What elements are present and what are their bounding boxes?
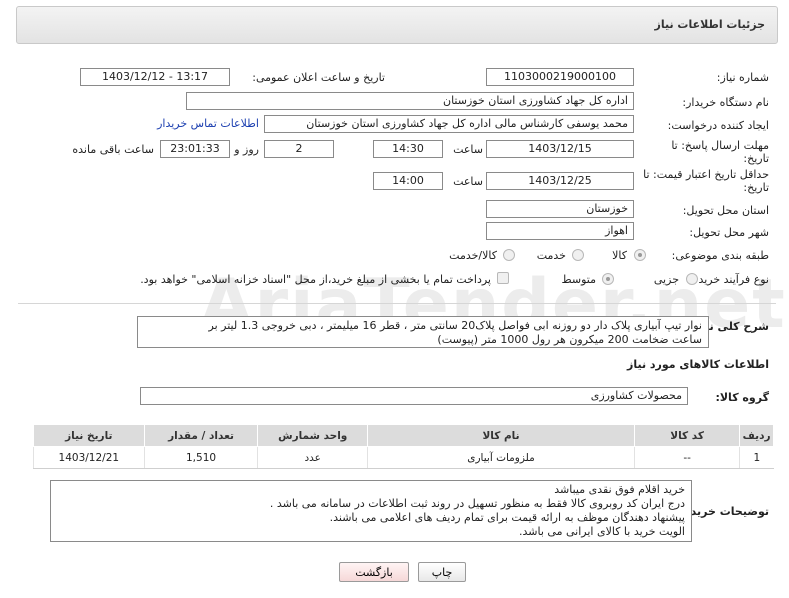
treasury-payment-note: پرداخت تمام یا بخشی از مبلغ خرید،از محل … [140, 273, 491, 286]
reply-deadline-label: مهلت ارسال پاسخ: تا [671, 139, 769, 152]
summary-line-2: ساعت ضخامت 200 میکرون هر رول 1000 متر (پ… [437, 333, 702, 346]
goods-table-header: ردیف کد کالا نام کالا واحد شمارش تعداد /… [33, 424, 774, 447]
province-field: خوزستان [486, 200, 634, 218]
col-index: ردیف [739, 424, 774, 447]
reply-deadline-label-date: تاریخ: [743, 152, 769, 165]
creator-field: محمد یوسفی کارشناس مالی اداره کل جهاد کش… [264, 115, 634, 133]
remaining-time-field: 23:01:33 [160, 140, 230, 158]
category-goods-service-label: کالا/خدمت [449, 249, 497, 262]
col-code: کد کالا [634, 424, 741, 447]
city-field: اهواز [486, 222, 634, 240]
price-time-field: 14:00 [373, 172, 443, 190]
process-minor-label: جزیی [653, 273, 679, 286]
remaining-days-field: 2 [264, 140, 334, 158]
process-minor-radio[interactable] [686, 273, 698, 285]
section-divider [18, 303, 776, 304]
category-label: طبقه بندی موضوعی: [671, 249, 769, 262]
buyer-org-field: اداره کل جهاد کشاورزی استان خوزستان [186, 92, 634, 110]
table-row: 1 -- ملزومات آبیاری عدد 1,510 1403/12/21 [33, 446, 774, 469]
price-time-label: ساعت [453, 175, 483, 188]
buyer-note-line: درج ایران کد روبروی کالا فقط به منظور تس… [269, 497, 685, 510]
row-name: ملزومات آبیاری [366, 446, 635, 469]
category-goods-label: کالا [612, 249, 627, 262]
row-unit: عدد [257, 446, 368, 469]
col-qty: تعداد / مقدار [143, 424, 259, 447]
announce-label: تاریخ و ساعت اعلان عمومی: [252, 71, 385, 84]
row-need-date: 1403/12/21 [33, 446, 145, 469]
need-number-label: شماره نیاز: [716, 71, 769, 84]
buyer-org-label: نام دستگاه خریدار: [682, 96, 769, 109]
reply-time-label: ساعت [453, 143, 483, 156]
buyer-notes-box: خرید اقلام فوق نقدی میباشد درج ایران کد … [50, 480, 692, 542]
treasury-payment-checkbox[interactable] [497, 272, 509, 284]
buyer-note-line: الویت خرید با کالای ایرانی می باشد. [519, 525, 685, 538]
buyer-note-line: پیشنهاد دهندگان موظف به ارائه قیمت برای … [329, 511, 685, 524]
col-unit: واحد شمارش [257, 424, 368, 447]
reply-date-field: 1403/12/15 [486, 140, 634, 158]
price-validity-label: حداقل تاریخ اعتبار قیمت: تا [643, 168, 769, 181]
goods-group-label: گروه کالا: [715, 391, 769, 404]
row-index: 1 [739, 446, 774, 469]
buyer-contact-link[interactable]: اطلاعات تماس خریدار [157, 117, 259, 130]
page-title: جزئیات اطلاعات نیاز [654, 18, 766, 31]
price-date-field: 1403/12/25 [486, 172, 634, 190]
creator-label: ایجاد کننده درخواست: [667, 119, 769, 132]
category-service-label: خدمت [536, 249, 566, 262]
back-button[interactable]: بازگشت [339, 562, 409, 582]
summary-text-box: نوار تیپ آبیاری پلاک دار دو روزنه ابی فو… [137, 316, 709, 348]
days-label: روز و [234, 143, 259, 156]
col-name: نام کالا [366, 424, 636, 447]
announce-datetime-field: 1403/12/12 - 13:17 [80, 68, 230, 86]
col-need-date: تاریخ نیاز [33, 424, 145, 447]
goods-group-field: محصولات کشاورزی [140, 387, 688, 405]
price-validity-label-date: تاریخ: [743, 181, 769, 194]
city-label: شهر محل تحویل: [689, 226, 769, 239]
goods-table: ردیف کد کالا نام کالا واحد شمارش تعداد /… [33, 424, 774, 469]
need-number-field: 1103000219000100 [486, 68, 634, 86]
province-label: استان محل تحویل: [682, 204, 769, 217]
process-medium-radio[interactable] [602, 273, 614, 285]
category-service-radio[interactable] [572, 249, 584, 261]
buyer-note-line: خرید اقلام فوق نقدی میباشد [554, 483, 685, 496]
category-goods-service-radio[interactable] [503, 249, 515, 261]
summary-line-1: نوار تیپ آبیاری پلاک دار دو روزنه ابی فو… [208, 319, 702, 332]
process-medium-label: متوسط [561, 273, 596, 286]
process-type-label: نوع فرآیند خرید : [691, 273, 769, 286]
remaining-label: ساعت باقی مانده [72, 143, 154, 156]
print-button[interactable]: چاپ [418, 562, 466, 582]
goods-section-heading: اطلاعات کالاهای مورد نیاز [627, 358, 769, 371]
row-qty: 1,510 [143, 446, 258, 469]
row-code: -- [634, 446, 740, 469]
page-header-panel: جزئیات اطلاعات نیاز [16, 6, 778, 44]
category-goods-radio[interactable] [634, 249, 646, 261]
reply-time-field: 14:30 [373, 140, 443, 158]
